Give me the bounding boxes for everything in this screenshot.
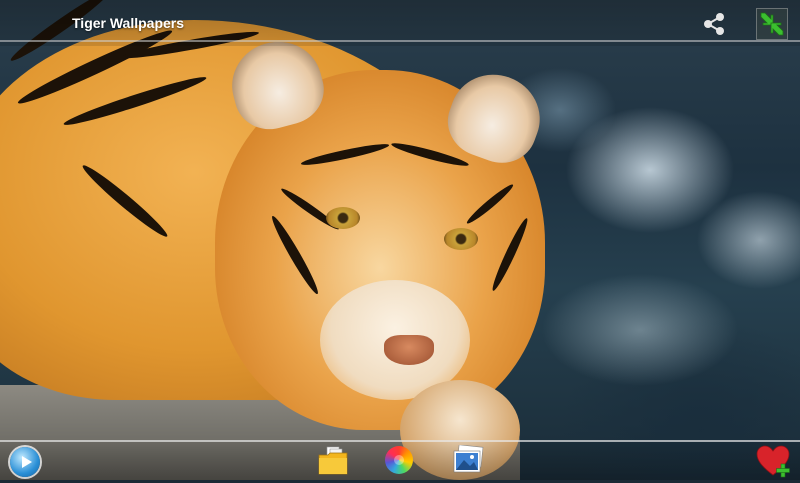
share-icon xyxy=(704,13,724,35)
tiger-eye-left xyxy=(326,207,360,229)
add-favorite-button[interactable] xyxy=(756,444,792,478)
wallpaper-image xyxy=(0,0,800,480)
play-slideshow-button[interactable] xyxy=(10,447,40,477)
photos-icon xyxy=(453,444,484,473)
folder-icon xyxy=(318,446,348,475)
play-circle-icon xyxy=(22,456,32,468)
tiger-eye-right xyxy=(444,228,478,250)
share-button[interactable] xyxy=(700,10,728,38)
bottom-toolbar-divider xyxy=(0,440,800,442)
folder-button[interactable] xyxy=(318,445,348,475)
heart-plus-icon xyxy=(756,445,790,478)
app-title: Tiger Wallpapers xyxy=(72,15,185,31)
exit-fullscreen-button[interactable] xyxy=(756,8,788,40)
color-wheel-icon xyxy=(394,455,404,465)
tiger-nose xyxy=(384,335,434,365)
exit-fullscreen-arrows-icon xyxy=(760,12,784,36)
action-bar-divider xyxy=(0,40,800,42)
color-wheel-button[interactable] xyxy=(385,446,413,474)
gallery-button[interactable] xyxy=(452,444,484,475)
